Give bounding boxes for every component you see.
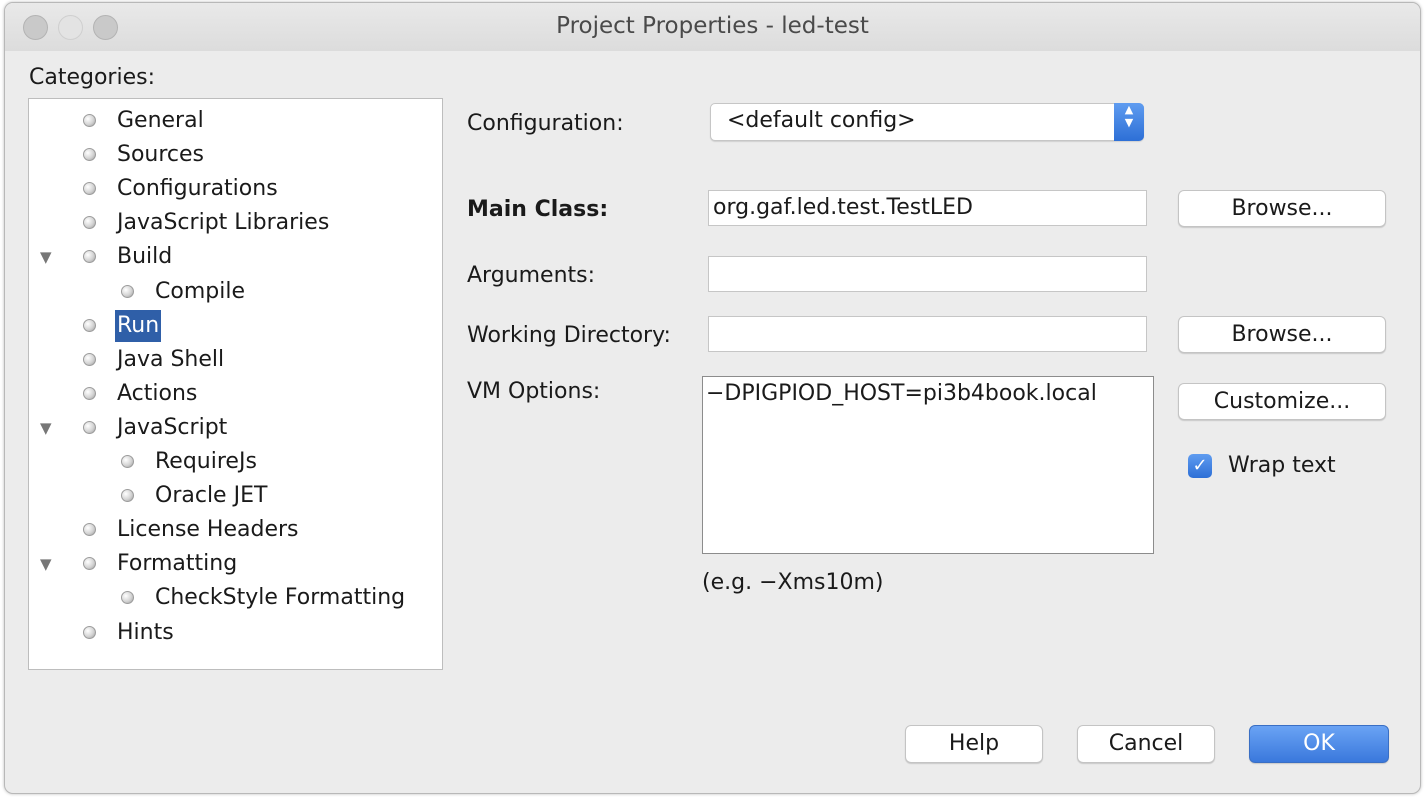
- main-class-field[interactable]: org.gaf.led.test.TestLED: [708, 190, 1147, 226]
- help-button[interactable]: Help: [905, 725, 1043, 763]
- window-title: Project Properties - led-test: [556, 13, 869, 39]
- checkmark-icon: ✓: [1192, 455, 1208, 476]
- main-class-browse-button[interactable]: Browse...: [1178, 190, 1386, 227]
- tree-item-configurations[interactable]: Configurations: [29, 173, 439, 205]
- tree-item-label: Build: [117, 244, 173, 270]
- tree-item-label: JavaScript: [117, 414, 228, 440]
- working-directory-label: Working Directory:: [467, 323, 671, 348]
- tree-item-actions[interactable]: Actions: [29, 378, 439, 410]
- tree-item-hints[interactable]: Hints: [29, 617, 439, 649]
- node-bullet-icon: [83, 216, 96, 230]
- tree-item-sources[interactable]: Sources: [29, 139, 439, 171]
- tree-item-javascript[interactable]: ▼ JavaScript: [29, 412, 439, 444]
- arguments-label: Arguments:: [467, 263, 596, 288]
- vm-options-textarea[interactable]: −DPIGPIOD_HOST=pi3b4book.local: [702, 376, 1154, 554]
- tree-item-run[interactable]: Run: [29, 309, 439, 342]
- title-bar: Project Properties - led-test: [5, 3, 1420, 51]
- tree-item-label: Sources: [117, 142, 205, 168]
- node-bullet-icon: [83, 523, 96, 537]
- tree-item-build[interactable]: ▼ Build: [29, 241, 439, 273]
- tree-item-requirejs[interactable]: RequireJs: [29, 446, 439, 478]
- tree-item-label: License Headers: [117, 517, 299, 543]
- node-bullet-icon: [83, 182, 96, 196]
- triangle-down-icon[interactable]: ▼: [40, 241, 52, 273]
- project-properties-dialog: Project Properties - led-test Categories…: [4, 2, 1421, 794]
- tree-item-general[interactable]: General: [29, 105, 439, 137]
- tree-item-label: Run: [115, 309, 162, 342]
- tree-item-checkstyle-formatting[interactable]: CheckStyle Formatting: [29, 582, 439, 614]
- customize-button[interactable]: Customize...: [1178, 383, 1386, 420]
- configuration-label: Configuration:: [467, 111, 624, 136]
- wrap-text-checkbox[interactable]: ✓: [1188, 454, 1212, 478]
- ok-button[interactable]: OK: [1249, 725, 1389, 763]
- tree-item-label: Hints: [117, 619, 174, 645]
- tree-item-label: Actions: [117, 380, 198, 406]
- tree-item-license-headers[interactable]: License Headers: [29, 514, 439, 546]
- node-bullet-icon: [83, 420, 96, 434]
- tree-item-label: Configurations: [117, 176, 278, 202]
- node-bullet-icon: [83, 318, 96, 332]
- tree-item-label: JavaScript Libraries: [117, 210, 330, 236]
- vm-options-hint: (e.g. −Xms10m): [702, 570, 884, 595]
- tree-item-label: RequireJs: [155, 449, 257, 474]
- node-bullet-icon: [83, 148, 96, 162]
- tree-item-formatting[interactable]: ▼ Formatting: [29, 548, 439, 580]
- triangle-down-icon[interactable]: ▼: [40, 548, 52, 580]
- tree-item-label: Formatting: [117, 551, 238, 577]
- node-bullet-icon: [83, 114, 96, 127]
- node-bullet-icon: [83, 352, 96, 366]
- categories-label: Categories:: [29, 65, 155, 90]
- node-bullet-icon: [121, 591, 134, 605]
- tree-item-java-shell[interactable]: Java Shell: [29, 344, 439, 376]
- working-directory-browse-button[interactable]: Browse...: [1178, 316, 1386, 353]
- arguments-field[interactable]: [708, 256, 1147, 292]
- node-bullet-icon: [121, 455, 134, 468]
- tree-item-label: Compile: [155, 278, 245, 304]
- categories-tree[interactable]: General Sources Configurations JavaScript L…: [28, 98, 443, 670]
- wrap-text-label[interactable]: Wrap text: [1228, 453, 1336, 478]
- tree-item-javascript-libraries[interactable]: JavaScript Libraries: [29, 207, 439, 239]
- triangle-down-icon[interactable]: ▼: [40, 412, 52, 444]
- vm-options-label: VM Options:: [467, 379, 601, 404]
- node-bullet-icon: [83, 386, 96, 400]
- node-bullet-icon: [83, 625, 96, 639]
- main-class-label: Main Class:: [467, 197, 609, 222]
- updown-chevron-icon: ▲ ▼: [1114, 103, 1144, 141]
- node-bullet-icon: [83, 250, 96, 264]
- tree-item-label: General: [117, 108, 204, 133]
- configuration-value: <default config>: [727, 108, 916, 133]
- tree-item-label: Oracle JET: [155, 483, 268, 509]
- configuration-select[interactable]: <default config> ▲ ▼: [710, 103, 1144, 141]
- cancel-button[interactable]: Cancel: [1077, 725, 1215, 763]
- node-bullet-icon: [121, 284, 134, 298]
- working-directory-field[interactable]: [708, 316, 1147, 352]
- tree-item-oracle-jet[interactable]: Oracle JET: [29, 480, 439, 512]
- tree-item-label: CheckStyle Formatting: [155, 585, 406, 611]
- tree-item-label: Java Shell: [117, 346, 225, 372]
- node-bullet-icon: [121, 489, 134, 503]
- node-bullet-icon: [83, 557, 96, 571]
- tree-item-compile[interactable]: Compile: [29, 276, 439, 308]
